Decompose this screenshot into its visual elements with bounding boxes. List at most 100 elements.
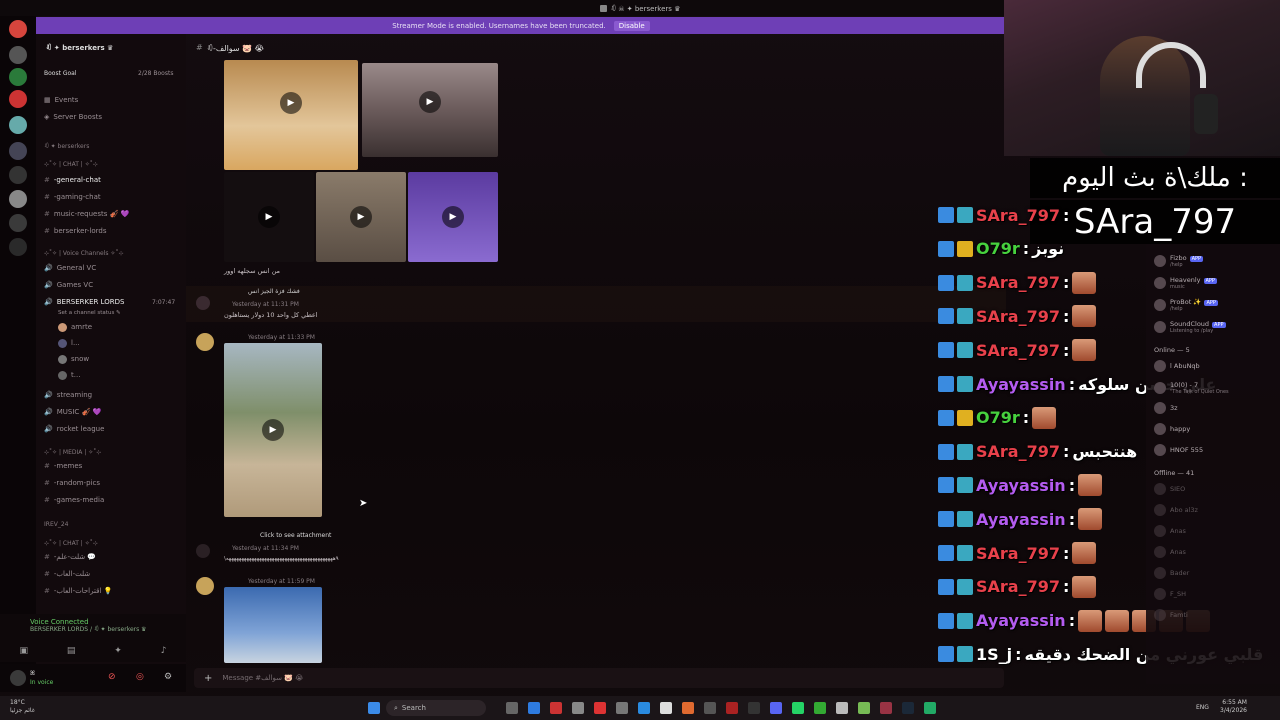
app-icon[interactable] [880,702,892,714]
avatar[interactable] [10,670,26,686]
app-icon[interactable] [572,702,584,714]
category-voice[interactable]: ⊹˚✧ | Voice Channels ✧˚⊹ [44,247,124,259]
app-icon[interactable] [594,702,606,714]
server-boosts-link[interactable]: ◈ Server Boosts [44,111,102,123]
app-icon[interactable] [506,702,518,714]
screen-share-icon[interactable]: ▤ [67,646,76,656]
video-attachment[interactable]: ▶ [408,172,498,262]
app-icon[interactable] [836,702,848,714]
video-attachment[interactable]: ▶ [224,172,314,262]
server-icon[interactable] [9,214,27,232]
channel-arabic-2[interactable]: # -شلت-العاب [44,568,90,580]
server-icon[interactable] [9,90,27,108]
voice-channel-rocket-league[interactable]: 🔊 rocket league [44,423,104,435]
avatar[interactable] [196,577,214,595]
disable-streamer-button[interactable]: Disable [613,20,650,31]
category-server[interactable]: ꀒ ✦ berserkers [44,140,89,152]
play-icon[interactable]: ▶ [280,92,302,114]
taskbar-search[interactable]: ⌕ Search [386,700,486,716]
language-indicator[interactable]: ENG [1196,704,1209,711]
activity-icon[interactable]: ✦ [114,646,122,656]
category-chat-2[interactable]: ⊹˚✧ | CHAT | ✧˚⊹ [44,537,98,549]
category-media[interactable]: ⊹˚✧ | MEDIA | ✧˚⊹ [44,446,101,458]
app-icon[interactable] [638,702,650,714]
app-icon[interactable] [550,702,562,714]
member-item[interactable]: Abo al3z [1154,504,1198,516]
app-icon[interactable] [924,702,936,714]
play-icon[interactable]: ▶ [262,419,284,441]
message-composer[interactable]: + Message #سوالف 🐷 😭 [194,668,1004,688]
voice-channel-streaming[interactable]: 🔊 streaming [44,389,92,401]
channel-berserker-lords[interactable]: # berserker-lords [44,225,106,237]
voice-channel-games[interactable]: 🔊 Games VC [44,279,93,291]
settings-icon[interactable]: ⚙ [164,672,172,682]
server-icon[interactable] [9,46,27,64]
member-item[interactable]: 3z [1154,402,1178,414]
play-icon[interactable]: ▶ [442,206,464,228]
avatar[interactable] [196,296,210,310]
events-link[interactable]: ▦ Events [44,94,78,106]
video-attachment[interactable]: ▶ [316,172,406,262]
add-attachment-icon[interactable]: + [204,673,212,684]
member-item[interactable]: happy [1154,423,1190,435]
app-icon[interactable] [748,702,760,714]
channel-games-media[interactable]: # -games-media [44,494,104,506]
discord-home-icon[interactable] [9,20,27,38]
steam-icon[interactable] [902,702,914,714]
headphones-icon[interactable]: ◎ [136,672,144,682]
channel-music-requests[interactable]: # music-requests 🎻 💜 [44,208,129,220]
video-attachment[interactable]: ▶ [362,63,498,157]
channel-gaming-chat[interactable]: # -gaming-chat [44,191,101,203]
camera-icon[interactable]: ▣ [19,646,28,656]
add-server-icon[interactable] [9,238,27,256]
message-input[interactable]: Message #سوالف 🐷 😭 [222,674,303,682]
weather-widget[interactable]: 18°C غائم جزئيا [10,699,35,715]
server-icon[interactable] [9,190,27,208]
channel-memes[interactable]: # -memes [44,460,82,472]
server-icon[interactable] [9,166,27,184]
voice-user[interactable]: l... [58,337,80,349]
voice-channel-general[interactable]: 🔊 General VC [44,262,96,274]
whatsapp-icon[interactable] [792,702,804,714]
app-icon[interactable] [726,702,738,714]
soundboard-icon[interactable]: ♪ [161,646,167,656]
member-item[interactable]: Fizbo APP/help [1154,254,1204,268]
member-item[interactable]: Bader [1154,567,1189,579]
server-icon[interactable] [9,142,27,160]
image-attachment[interactable] [224,587,322,663]
boost-goal[interactable]: Boost Goal [44,67,77,79]
app-icon[interactable] [616,702,628,714]
member-item[interactable]: ProBot ✨ APP/help [1154,298,1218,312]
app-icon[interactable] [528,702,540,714]
member-item[interactable]: F_SH [1154,588,1186,600]
member-item[interactable]: Anas [1154,525,1186,537]
voice-user[interactable]: amrte [58,321,92,333]
video-attachment[interactable]: ▶ [224,60,358,170]
play-icon[interactable]: ▶ [258,206,280,228]
voice-user[interactable]: t... [58,369,80,381]
voice-channel-music[interactable]: 🔊 MUSIC 🎻 💜 [44,406,101,418]
clock[interactable]: 6:55 AM 3/4/2026 [1220,699,1247,715]
app-icon[interactable] [660,702,672,714]
app-icon[interactable] [704,702,716,714]
server-icon[interactable] [9,68,27,86]
discord-app-icon[interactable] [770,702,782,714]
channel-random-pics[interactable]: # -random-pics [44,477,100,489]
app-icon[interactable] [858,702,870,714]
member-item[interactable]: SIEO [1154,483,1185,495]
category-irev[interactable]: IREV_24 [44,518,68,530]
member-item[interactable]: l AbuNqb [1154,360,1200,372]
channel-general-chat[interactable]: # -general-chat [44,174,101,186]
member-item[interactable]: HNOF 555 [1154,444,1203,456]
member-item[interactable]: Anas [1154,546,1186,558]
mic-muted-icon[interactable]: ⊘ [108,672,116,682]
channel-arabic-1[interactable]: # -شلت-علم 💬 [44,551,96,563]
voice-user[interactable]: snow [58,353,89,365]
video-attachment[interactable]: ▶ [224,343,322,517]
server-name[interactable]: ꀒ ✦ berserkers ♛ [46,42,113,52]
member-item[interactable]: Heavenly APP music [1154,276,1217,290]
windows-start-icon[interactable] [368,702,380,714]
server-icon[interactable] [9,116,27,134]
play-icon[interactable]: ▶ [350,206,372,228]
avatar[interactable] [196,333,214,351]
